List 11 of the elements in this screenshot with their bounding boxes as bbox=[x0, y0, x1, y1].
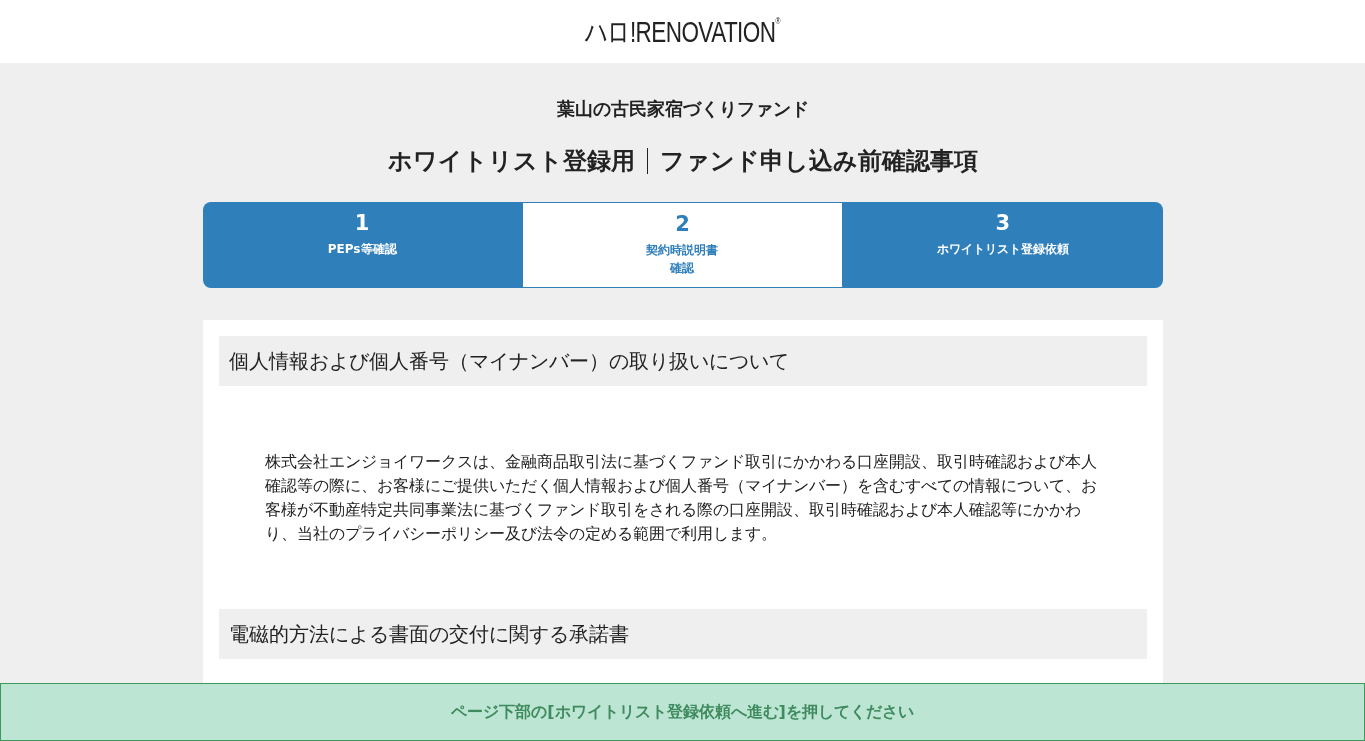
progress-step: 1 PEPs等確認 bbox=[202, 202, 522, 288]
section-heading: 電磁的方法による書面の交付に関する承諾書 bbox=[218, 609, 1147, 659]
notice-banner: ページ下部の[ホワイトリスト登録依頼へ進む]を押してください bbox=[0, 683, 1365, 741]
fund-name: 葉山の古民家宿づくりファンド bbox=[556, 97, 809, 121]
page-title: ホワイトリスト登録用 bbox=[387, 146, 635, 177]
progress-step: 3 ホワイトリスト登録依頼 bbox=[843, 202, 1163, 288]
logo: ハロ!RENOVATION® bbox=[584, 16, 781, 47]
section-text: 株式会社エンジョイワークスは、金融商品取引法に基づくファンド取引にかかわる口座開設、取引時確認および本人確認等の際に、お客様にご提供いただく個人情報および個人番号（マイナンバー）を含むすべての情報について、お客様が不動産特定共同事業法に基づくファンド取引をされる際の口座開設、取引時確認および本人確認等にかかわり、当社のプライバシーポリシー及び法令の定める範囲で利用します。 bbox=[264, 451, 1098, 545]
progress-step: 2 契約時説明書 確認 bbox=[521, 202, 844, 288]
section-heading: 個人情報および個人番号（マイナンバー）の取り扱いについて bbox=[218, 336, 1147, 386]
page-subtitle: ファンド申し込み前確認事項 bbox=[659, 146, 978, 177]
